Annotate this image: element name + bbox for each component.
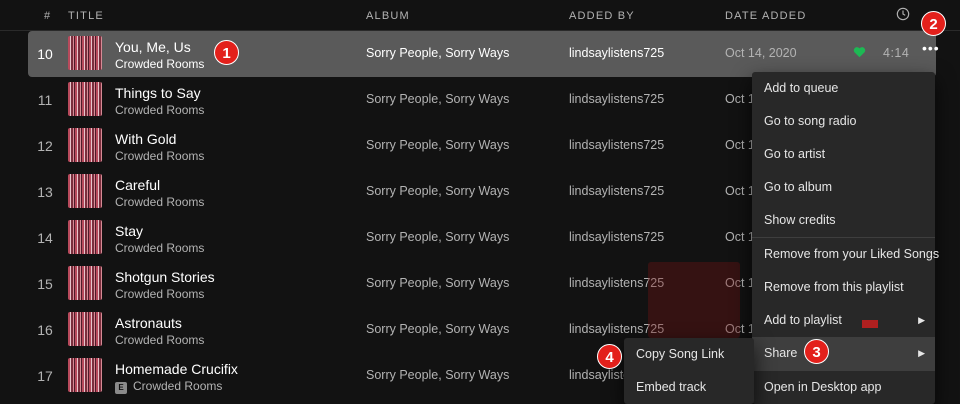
track-duration: 4:14 [883, 46, 910, 60]
header-added-by[interactable]: ADDED BY [569, 10, 635, 22]
album-art [68, 358, 102, 392]
track-artist-line: E Crowded Rooms [115, 379, 222, 394]
menu-show-credits[interactable]: Show credits [752, 204, 935, 237]
track-added-by[interactable]: lindsaylistens725 [569, 184, 664, 198]
heart-icon[interactable] [853, 46, 866, 58]
track-added-by[interactable]: lindsaylistens725 [569, 92, 664, 106]
track-album[interactable]: Sorry People, Sorry Ways [366, 92, 509, 106]
header-album[interactable]: ALBUM [366, 10, 410, 22]
menu-remove-from-playlist[interactable]: Remove from this playlist [752, 271, 935, 304]
track-artist[interactable]: Crowded Rooms [115, 333, 204, 347]
album-art [68, 312, 102, 346]
menu-add-to-playlist[interactable]: Add to playlist ▶ [752, 304, 935, 337]
track-number: 16 [37, 322, 53, 338]
track-album[interactable]: Sorry People, Sorry Ways [366, 230, 509, 244]
track-title[interactable]: Careful [115, 177, 160, 193]
track-date-added: Oct 1 [725, 92, 755, 106]
track-date-added: Oct 14, 2020 [725, 46, 797, 60]
header-title[interactable]: TITLE [68, 10, 104, 22]
track-album[interactable]: Sorry People, Sorry Ways [366, 46, 509, 60]
album-art [68, 266, 102, 300]
track-row-selected[interactable]: 10 You, Me, Us Crowded Rooms Sorry Peopl… [28, 31, 939, 77]
chevron-right-icon: ▶ [918, 315, 925, 325]
album-art [68, 174, 102, 208]
menu-copy-song-link[interactable]: Copy Song Link [624, 338, 754, 371]
track-artist[interactable]: Crowded Rooms [115, 149, 204, 163]
track-added-by[interactable]: lindsaylistens725 [569, 138, 664, 152]
track-number: 15 [37, 276, 53, 292]
track-title[interactable]: Homemade Crucifix [115, 361, 238, 377]
menu-go-to-song-radio[interactable]: Go to song radio [752, 105, 935, 138]
clock-icon[interactable] [896, 7, 910, 21]
track-title[interactable]: You, Me, Us [115, 39, 191, 55]
track-artist[interactable]: Crowded Rooms [115, 287, 204, 301]
share-submenu: Copy Song Link Embed track [624, 338, 754, 404]
track-artist[interactable]: Crowded Rooms [115, 195, 204, 209]
menu-go-to-artist[interactable]: Go to artist [752, 138, 935, 171]
track-album[interactable]: Sorry People, Sorry Ways [366, 368, 509, 382]
album-art [68, 36, 102, 70]
annotation-badge-1: 1 [214, 40, 239, 65]
menu-add-to-playlist-label: Add to playlist [764, 313, 842, 327]
track-title[interactable]: Stay [115, 223, 143, 239]
menu-go-to-album[interactable]: Go to album [752, 171, 935, 204]
track-artist[interactable]: Crowded Rooms [115, 57, 204, 71]
menu-add-to-queue[interactable]: Add to queue [752, 72, 935, 105]
track-artist[interactable]: Crowded Rooms [115, 103, 204, 117]
track-title[interactable]: Things to Say [115, 85, 201, 101]
track-title[interactable]: With Gold [115, 131, 176, 147]
track-title[interactable]: Astronauts [115, 315, 182, 331]
track-artist[interactable]: Crowded Rooms [133, 379, 222, 393]
track-date-added: Oct 1 [725, 138, 755, 152]
tracklist-header: # TITLE ALBUM ADDED BY DATE ADDED [0, 0, 960, 31]
header-date-added[interactable]: DATE ADDED [725, 10, 806, 22]
explicit-badge-icon: E [115, 382, 127, 394]
watermark-mark [862, 320, 878, 328]
track-number: 11 [37, 92, 53, 108]
header-number: # [44, 10, 52, 22]
album-art [68, 220, 102, 254]
track-album[interactable]: Sorry People, Sorry Ways [366, 184, 509, 198]
annotation-badge-2: 2 [921, 11, 946, 36]
track-number: 17 [37, 368, 53, 384]
menu-share[interactable]: Share ▶ [752, 337, 935, 370]
album-art [68, 128, 102, 162]
track-number: 12 [37, 138, 53, 154]
context-menu: Add to queue Go to song radio Go to arti… [752, 72, 939, 404]
track-title[interactable]: Shotgun Stories [115, 269, 215, 285]
menu-open-in-desktop-app[interactable]: Open in Desktop app [752, 371, 935, 404]
track-album[interactable]: Sorry People, Sorry Ways [366, 276, 509, 290]
track-number: 14 [37, 230, 53, 246]
track-number: 13 [37, 184, 53, 200]
chevron-right-icon: ▶ [918, 348, 925, 358]
album-art [68, 82, 102, 116]
more-options-icon[interactable]: ••• [922, 40, 940, 56]
track-date-added: Oct 1 [725, 184, 755, 198]
menu-remove-from-liked-songs[interactable]: Remove from your Liked Songs [752, 238, 939, 271]
track-added-by[interactable]: lindsaylistens725 [569, 230, 664, 244]
track-number: 10 [37, 46, 53, 62]
track-date-added: Oct 1 [725, 230, 755, 244]
annotation-badge-4: 4 [597, 344, 622, 369]
track-album[interactable]: Sorry People, Sorry Ways [366, 322, 509, 336]
watermark-stamp [648, 262, 740, 338]
menu-embed-track[interactable]: Embed track [624, 371, 754, 404]
track-artist[interactable]: Crowded Rooms [115, 241, 204, 255]
track-album[interactable]: Sorry People, Sorry Ways [366, 138, 509, 152]
annotation-badge-3: 3 [804, 339, 829, 364]
track-added-by[interactable]: lindsaylistens725 [569, 46, 664, 60]
menu-share-label: Share [764, 346, 798, 360]
